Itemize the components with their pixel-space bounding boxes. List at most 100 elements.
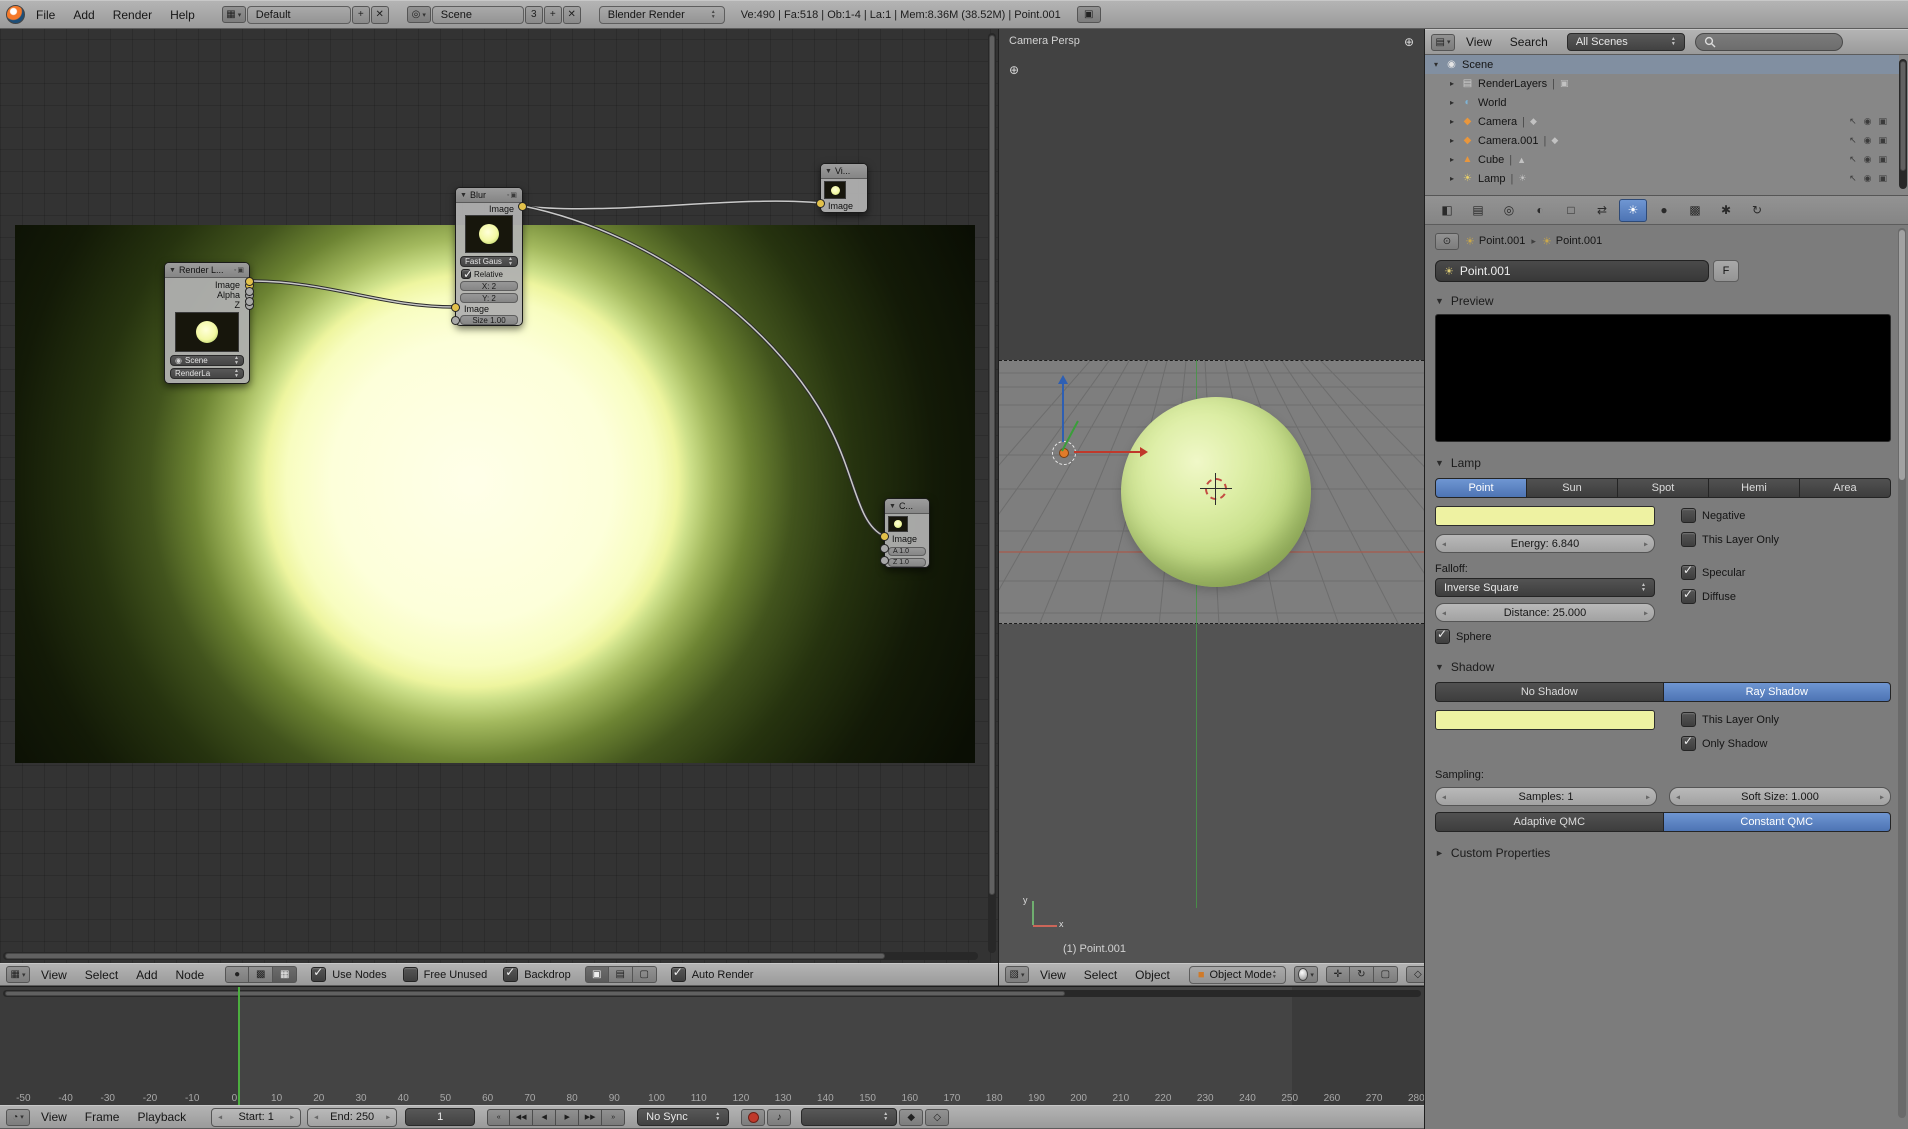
scene-select-field[interactable]: ◉ Scene ▲ ▼ [170, 355, 244, 366]
free-unused-checkbox[interactable]: Free Unused [402, 967, 487, 982]
lamp-type-area-button[interactable]: Area [1800, 478, 1891, 498]
shadow-no-shadow-button[interactable]: No Shadow [1435, 682, 1664, 702]
outliner-row-world[interactable]: ▸ ◐ World [1425, 93, 1899, 112]
outliner-row-camera-001[interactable]: ▸ ◆ Camera.001 | ◆ ↖ ◉ ▣ [1425, 131, 1899, 150]
x-axis-manipulator-icon[interactable] [1074, 451, 1140, 453]
pin-id-icon[interactable]: ⊙ [1435, 232, 1459, 250]
rl-z-output-socket[interactable] [245, 297, 254, 306]
jump-to-start-button[interactable]: « [487, 1108, 511, 1126]
outliner-row-lamp[interactable]: ▸ ☀ Lamp | ☀ ↖ ◉ ▣ [1425, 169, 1899, 188]
node-menu-node[interactable]: Node [167, 966, 214, 984]
alpha-input-socket[interactable] [880, 544, 889, 553]
editor-type-icon[interactable]: ◔ ▾ [6, 1108, 30, 1126]
breadcrumb-data[interactable]: ☀ Point.001 [1542, 235, 1602, 248]
restrict-select-icon[interactable]: ↖ [1849, 116, 1857, 127]
negative-checkbox[interactable]: Negative [1681, 508, 1779, 523]
scale-manipulator-icon[interactable]: ▢ [1373, 966, 1398, 983]
restrict-render-icon[interactable]: ▣ [1878, 154, 1887, 165]
auto-render-checkbox[interactable]: Auto Render [670, 965, 753, 982]
viewport-region[interactable]: Camera Persp ⊕ ⊕ (1) Point.001 y x ▧ ▾ Vi… [998, 29, 1424, 986]
blender-logo-icon[interactable] [6, 5, 25, 24]
shadow-panel-header[interactable]: ▼ Shadow [1435, 660, 1891, 674]
texture-nodes-icon[interactable]: ▩ [249, 966, 274, 983]
lamp-type-spot-button[interactable]: Spot [1618, 478, 1709, 498]
collapse-icon[interactable]: ▼ [889, 503, 896, 510]
compositing-nodes-icon[interactable]: ▦ [273, 966, 298, 983]
restrict-select-icon[interactable]: ↖ [1849, 135, 1857, 146]
outliner-row-cube[interactable]: ▸ ▲ Cube | ▲ ↖ ◉ ▣ [1425, 150, 1899, 169]
size-input-socket[interactable] [451, 316, 460, 325]
lamp-panel-header[interactable]: ▼ Lamp [1435, 456, 1891, 470]
restrict-render-icon[interactable]: ▣ [1878, 135, 1887, 146]
soft-size-slider[interactable]: Soft Size: 1.000 [1669, 787, 1891, 806]
viewport-menu-view[interactable]: View [1031, 966, 1075, 984]
sampling-adaptive-qmc-button[interactable]: Adaptive QMC [1435, 812, 1664, 832]
editor-type-icon[interactable]: ▧ ▾ [1005, 966, 1029, 983]
sync-dropdown[interactable]: No Sync ▲ ▼ [637, 1108, 730, 1126]
current-frame-field[interactable]: 1 [405, 1108, 476, 1126]
rewind-button[interactable]: ◀◀ [510, 1108, 534, 1126]
menu-help[interactable]: Help [161, 6, 204, 24]
collapse-icon[interactable]: ▼ [169, 267, 176, 274]
render-layers-tab-icon[interactable]: ▤ [1464, 199, 1492, 222]
alpha-input-field[interactable]: A 1.0 [888, 547, 926, 556]
breadcrumb-object[interactable]: ☀ Point.001 [1465, 235, 1525, 248]
properties-scrollbar[interactable] [1898, 228, 1906, 1118]
window-icon[interactable]: ▣ [1076, 6, 1101, 23]
timeline-menu-playback[interactable]: Playback [128, 1108, 195, 1126]
collapse-icon[interactable]: ▼ [825, 168, 832, 175]
backdrop-checkbox[interactable]: Backdrop [503, 965, 571, 982]
viewport-menu-object[interactable]: Object [1126, 966, 1179, 984]
node-menu-add[interactable]: Add [127, 966, 166, 984]
fake-user-button[interactable]: F [1713, 260, 1739, 282]
this-layer-only-checkbox[interactable]: This Layer Only [1681, 532, 1779, 547]
samples-slider[interactable]: Samples: 1 [1435, 787, 1657, 806]
object-tab-icon[interactable]: □ [1557, 199, 1585, 222]
shadow-color-swatch[interactable] [1435, 710, 1655, 730]
play-reverse-button[interactable]: ◀ [533, 1108, 557, 1126]
horizontal-scrollbar[interactable] [3, 952, 978, 960]
z-input-field[interactable]: Z 1.0 [888, 558, 926, 567]
backdrop-alpha-channel-icon[interactable]: ▢ [632, 966, 657, 983]
expander-icon[interactable]: ▸ [1447, 174, 1457, 183]
backdrop-color-channel-icon[interactable]: ▣ [584, 966, 609, 983]
constraints-tab-icon[interactable]: ⇄ [1588, 199, 1616, 222]
end-frame-field[interactable]: End: 250 [307, 1107, 398, 1127]
rotate-manipulator-icon[interactable]: ↻ [1349, 966, 1374, 983]
expander-icon[interactable]: ▸ [1447, 155, 1457, 164]
use-nodes-checkbox[interactable]: Use Nodes [311, 965, 387, 982]
delete-keyframe-button[interactable]: ◇ [925, 1108, 950, 1126]
image-input-socket[interactable] [816, 199, 825, 208]
expander-icon[interactable]: ▸ [1447, 79, 1457, 88]
lamp-type-point-button[interactable]: Point [1435, 478, 1527, 498]
blur-y-field[interactable]: Y: 2 [460, 293, 518, 303]
blur-node[interactable]: ▼ Blur ◦▣ Image Fast Gaus▲▼ Relative X: … [451, 187, 527, 326]
collapse-icon[interactable]: ▼ [460, 192, 467, 199]
blur-x-field[interactable]: X: 2 [460, 281, 518, 291]
timeline-ruler[interactable]: -50 -40 -30 -20 -10 0 10 20 30 40 50 60 70 80 90 100 110… [0, 1089, 1424, 1104]
outliner-row-camera[interactable]: ▸ ◆ Camera | ◆ ↖ ◉ ▣ [1425, 112, 1899, 131]
insert-keyframe-button[interactable]: ◆ [899, 1108, 924, 1126]
expander-icon[interactable]: ▾ [1431, 60, 1441, 69]
sampling-constant-qmc-button[interactable]: Constant QMC [1663, 812, 1891, 832]
mode-dropdown[interactable]: ■ Object Mode ▲ ▼ [1188, 965, 1286, 984]
display-filter-dropdown[interactable]: All Scenes ▲ ▼ [1566, 33, 1685, 51]
restrict-visibility-icon[interactable]: ◉ [1864, 135, 1872, 146]
lamp-type-hemi-button[interactable]: Hemi [1709, 478, 1800, 498]
editor-type-icon[interactable]: ▤ ▾ [1431, 33, 1455, 51]
scene-users-count[interactable]: 3 [524, 5, 543, 24]
outliner-menu-search[interactable]: Search [1501, 33, 1557, 51]
restrict-render-icon[interactable]: ▣ [1878, 173, 1887, 184]
restrict-visibility-icon[interactable]: ◉ [1864, 154, 1872, 165]
jump-to-end-button[interactable]: » [602, 1108, 626, 1126]
start-frame-field[interactable]: Start: 1 [211, 1107, 302, 1127]
render-engine-dropdown[interactable]: Blender Render ▲ ▼ [598, 5, 725, 24]
restrict-render-icon[interactable]: ▣ [1878, 116, 1887, 127]
shadow-ray-shadow-button[interactable]: Ray Shadow [1663, 682, 1891, 702]
image-input-socket[interactable] [880, 532, 889, 541]
node-menu-view[interactable]: View [32, 966, 76, 984]
delete-scene-button[interactable]: ✕ [562, 5, 581, 24]
image-input-socket[interactable] [451, 303, 460, 312]
screen-layout-browse-icon[interactable]: ▦ ▾ [221, 6, 246, 23]
world-tab-icon[interactable]: ◐ [1526, 199, 1554, 222]
